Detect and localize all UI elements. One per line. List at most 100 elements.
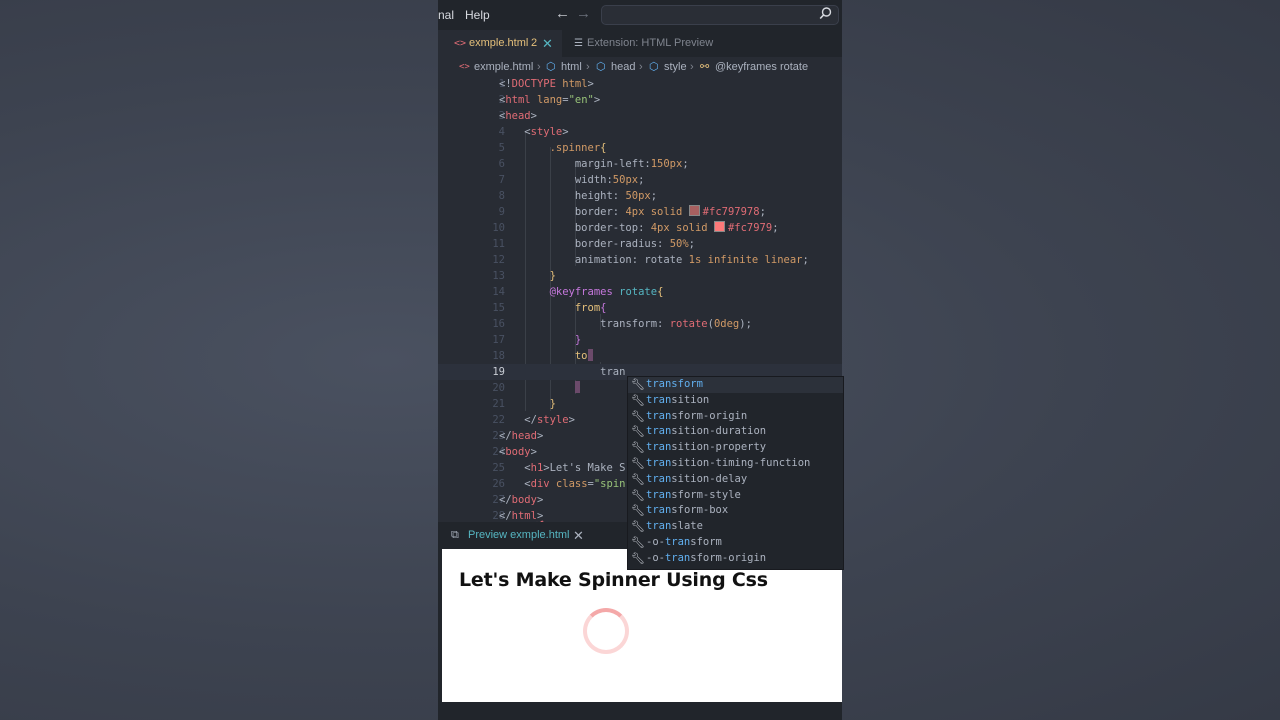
code-text: @keyframes rotate{ (549, 286, 664, 298)
wrench-icon: 🔧︎ (631, 504, 645, 518)
suggestion-item[interactable]: 🔧︎ translate (628, 519, 843, 535)
code-line: 18 to (438, 348, 842, 364)
line-number: 25 (492, 462, 505, 474)
wrench-icon: 🔧︎ (631, 378, 645, 391)
wrench-icon: 🔧︎ (631, 425, 645, 439)
match-highlight: tran (646, 393, 672, 406)
code-text (499, 380, 580, 396)
right-backdrop (842, 0, 1280, 720)
bracket-highlight (587, 349, 593, 361)
menu-item-help[interactable]: Help (465, 8, 490, 22)
suggestion-item[interactable]: 🔧︎ transition-property (628, 440, 843, 456)
search-icon (819, 6, 832, 23)
suggestion-item[interactable]: 🔧︎ transform-origin (628, 409, 843, 425)
tab-preview[interactable]: ⧉ Preview exmple.html ✕ (438, 522, 588, 549)
color-swatch[interactable] (713, 221, 725, 232)
suggestion-item[interactable]: 🔧︎ transform-style (628, 488, 843, 504)
autocomplete-suggest-widget: 🔧︎ transform 🔧︎ transition 🔧︎ transform-ori… (627, 376, 844, 570)
code-text: from{ (574, 302, 607, 314)
code-line: 5 .spinner{ (438, 140, 842, 156)
suggestion-label: transform-origin (646, 409, 748, 422)
code-text: <head> (499, 110, 537, 122)
code-text: margin-left:150px; (574, 158, 689, 170)
suggestion-item[interactable]: 🔧︎ -o-transform-origin (628, 551, 843, 567)
arrow-left-icon[interactable]: ← (555, 5, 570, 22)
line-number: 24 (492, 446, 505, 458)
code-text: } (549, 270, 556, 282)
color-swatch[interactable] (688, 205, 700, 216)
line-number: 19 (492, 366, 505, 378)
chevron-right-icon: › (639, 61, 643, 73)
suggestion-item[interactable]: 🔧︎ transition-duration (628, 424, 843, 440)
line-number: 8 (498, 190, 505, 202)
line-number: 22 (492, 414, 505, 426)
match-highlight: tran (646, 409, 672, 422)
code-text: } (549, 398, 556, 410)
line-number: 21 (492, 398, 505, 410)
match-highlight: tran (664, 536, 691, 548)
suggestion-item[interactable]: 🔧︎ transition-delay (628, 472, 843, 488)
code-line: 3 <head> (438, 108, 842, 124)
command-center-search[interactable] (601, 5, 839, 25)
preview-pane: Let's Make Spinner Using Css (442, 549, 842, 702)
code-line: 8 height: 50px; (438, 188, 842, 204)
line-number: 18 (492, 350, 505, 362)
code-line: 17 } (438, 332, 842, 348)
close-icon[interactable]: ✕ (573, 522, 584, 549)
match-highlight: tran (646, 520, 672, 533)
breadcrumb-item-keyframes[interactable]: @keyframes rotate (715, 57, 808, 77)
cube-icon: ⬡ (546, 61, 556, 73)
cube-icon: ⬡ (649, 61, 659, 73)
suggestion-item[interactable]: 🔧︎ transform-box (628, 503, 843, 519)
match-highlight: tran (646, 472, 672, 485)
menu-item-terminal[interactable]: nal (438, 8, 454, 22)
suggestion-item[interactable]: 🔧︎ transition (628, 393, 843, 409)
code-text: border: 4px solid #fc797978; (574, 205, 766, 218)
problems-badge: 2 (531, 37, 538, 49)
code-line: 15 from{ (438, 300, 842, 316)
suggestion-label: translate (646, 520, 703, 533)
code-line: 13 } (438, 268, 842, 284)
match-highlight: tran (646, 425, 672, 438)
line-number: 14 (492, 286, 505, 298)
line-number: 6 (498, 158, 505, 170)
breadcrumb-item-head[interactable]: head (611, 57, 635, 77)
code-line: 1 <!DOCTYPE html> (438, 76, 842, 92)
code-line: 9 border: 4px solid #fc797978; (438, 204, 842, 220)
wrench-icon: 🔧︎ (631, 409, 645, 423)
breadcrumb: <> exmple.html › ⬡ html › ⬡ head › ⬡ sty… (438, 57, 842, 77)
line-number: 13 (492, 270, 505, 282)
left-backdrop (0, 0, 438, 720)
suggestion-item[interactable]: 🔧︎ transform (628, 377, 843, 393)
suggestion-item[interactable]: 🔧︎ transition-timing-function (628, 456, 843, 472)
close-icon[interactable]: ✕ (542, 30, 553, 57)
match-highlight: tran (646, 457, 672, 469)
breadcrumb-item-html[interactable]: html (561, 57, 582, 77)
tab-label: Preview exmple.html (468, 529, 570, 541)
tab-extension-html-preview[interactable]: ☰ Extension: HTML Preview (562, 30, 752, 57)
code-text: .spinner{ (549, 142, 607, 154)
match-highlight: tran (646, 441, 672, 454)
line-number: 11 (492, 238, 505, 250)
wrench-icon: 🔧︎ (631, 551, 645, 565)
breadcrumb-item-style[interactable]: style (664, 57, 687, 77)
suggestion-label: transition-timing-function (646, 457, 811, 469)
breadcrumb-item-file[interactable]: exmple.html (474, 57, 533, 77)
arrow-right-icon[interactable]: → (576, 5, 591, 22)
tab-exmple-html[interactable]: <> exmple.html 2 ✕ (438, 30, 562, 57)
line-number: 7 (498, 174, 505, 186)
wrench-icon: 🔧︎ (631, 457, 645, 470)
match-highlight: tran (646, 488, 672, 501)
preview-icon: ⧉ (451, 529, 459, 541)
code-text: width:50px; (574, 174, 645, 186)
chevron-right-icon: › (586, 61, 590, 73)
code-text: border-top: 4px solid #fc7979; (574, 221, 779, 234)
suggestion-item[interactable]: 🔧︎ -o-transform (628, 535, 843, 551)
code-text: </head> (499, 430, 544, 442)
code-text: animation: rotate 1s infinite linear; (574, 254, 809, 266)
line-number: 5 (498, 142, 505, 154)
code-line: 10 border-top: 4px solid #fc7979; (438, 220, 842, 236)
code-text: <!DOCTYPE html> (499, 78, 594, 90)
chevron-right-icon: › (690, 61, 694, 73)
code-line: 12 animation: rotate 1s infinite linear; (438, 252, 842, 268)
